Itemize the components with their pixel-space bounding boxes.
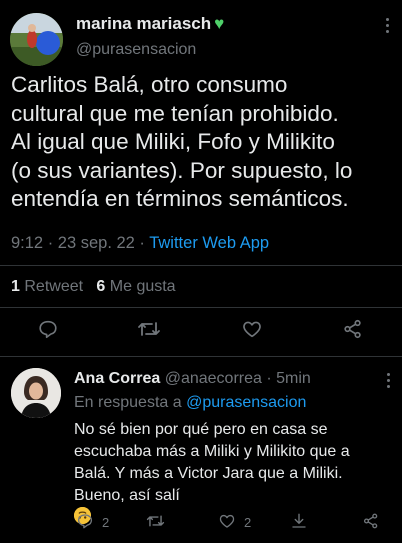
divider xyxy=(0,265,402,266)
like-count: 2 xyxy=(244,515,252,530)
reply-retweet-button[interactable] xyxy=(146,512,165,533)
source-app-link[interactable]: Twitter Web App xyxy=(149,234,269,252)
tweet-text: Carlitos Balá, otro consumo cultural que… xyxy=(11,71,402,214)
tweet-text-line: Carlitos Balá, otro consumo xyxy=(11,72,288,97)
reply-download-button[interactable] xyxy=(290,512,308,533)
likes-label: Me gusta xyxy=(109,278,176,295)
in-reply-to: En respuesta a @purasensacion xyxy=(74,394,306,412)
tweet-text-line: cultural que me tenían prohibido. xyxy=(11,100,339,126)
reply-header: Ana Correa @anaecorrea · 5min xyxy=(74,370,311,388)
reply-like-button[interactable]: 2 xyxy=(218,512,251,533)
reply-text-line: Bueno, así salí xyxy=(74,487,180,504)
author-avatar[interactable] xyxy=(10,13,63,66)
reply-timestamp[interactable]: · 5min xyxy=(266,370,310,387)
reply-text: No sé bien por qué pero en casa se escuc… xyxy=(74,419,399,524)
reply-reply-button[interactable]: 2 xyxy=(76,512,109,533)
reply-text-line: Balá. Y más a Victor Jara que a Miliki. xyxy=(74,465,343,482)
divider xyxy=(0,307,402,308)
reply-text-line: No sé bien por qué pero en casa se xyxy=(74,421,328,438)
tweet-text-line: entendía en términos semánticos. xyxy=(11,186,349,211)
more-options-icon[interactable] xyxy=(386,18,390,33)
download-icon xyxy=(290,512,308,533)
reply-count: 2 xyxy=(102,515,110,530)
divider xyxy=(0,356,402,357)
reply-actions: 2 2 xyxy=(0,512,402,534)
retweets-count: 1 xyxy=(11,278,20,295)
reply-author-name[interactable]: Ana Correa xyxy=(74,370,160,387)
likes-stat[interactable]: 6 Me gusta xyxy=(96,278,175,295)
reply-author-avatar[interactable] xyxy=(11,368,61,418)
tweet-meta: 9:12 · 23 sep. 22 · Twitter Web App xyxy=(11,234,269,253)
tweet-stats: 1 Retweet 6 Me gusta xyxy=(11,278,176,296)
like-icon[interactable] xyxy=(241,318,263,345)
author-name[interactable]: marina mariasch ♥ xyxy=(76,14,224,34)
in-reply-prefix: En respuesta a xyxy=(74,394,182,411)
reply-more-options-icon[interactable] xyxy=(387,373,390,388)
retweets-stat[interactable]: 1 Retweet xyxy=(11,278,83,295)
retweet-icon xyxy=(146,512,165,533)
reply-share-button[interactable] xyxy=(362,512,380,533)
likes-count: 6 xyxy=(96,278,106,295)
like-icon xyxy=(218,512,236,533)
reply-author-handle[interactable]: @anaecorrea xyxy=(165,370,262,387)
reply-icon[interactable] xyxy=(37,318,59,345)
author-name-text[interactable]: marina mariasch xyxy=(76,14,211,33)
share-icon xyxy=(362,512,380,533)
tweet-text-line: (o sus variantes). Por supuesto, lo xyxy=(11,157,353,183)
tweet-actions xyxy=(0,318,402,350)
share-icon[interactable] xyxy=(342,318,364,345)
retweet-icon[interactable] xyxy=(137,318,161,345)
green-heart-icon: ♥ xyxy=(214,14,225,33)
in-reply-handle-link[interactable]: @purasensacion xyxy=(186,394,306,411)
retweets-label: Retweet xyxy=(24,278,84,295)
author-handle[interactable]: @purasensacion xyxy=(76,41,196,59)
reply-text-line: escuchaba más a Miliki y Milikito que a xyxy=(74,443,350,460)
tweet-timestamp[interactable]: 9:12 · 23 sep. 22 · xyxy=(11,234,145,252)
tweet-text-line: Al igual que Miliki, Fofo y Milikito xyxy=(11,129,335,154)
reply-icon xyxy=(76,512,94,533)
